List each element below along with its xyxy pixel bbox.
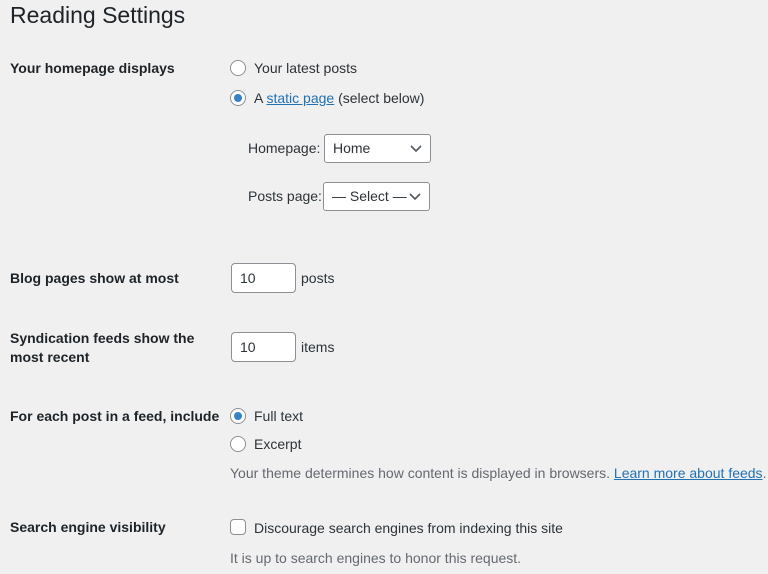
- homepage-select[interactable]: Home: [324, 134, 431, 163]
- feed-description-end: .: [762, 465, 767, 481]
- posts-page-select[interactable]: — Select —: [323, 182, 430, 211]
- search-visibility-description: It is up to search engines to honor this…: [230, 550, 522, 566]
- feed-description: Your theme determines how content is dis…: [230, 464, 766, 483]
- radio-full-text-label[interactable]: Full text: [254, 407, 303, 426]
- static-prefix: A: [254, 90, 267, 106]
- blog-pages-input[interactable]: 10: [231, 263, 296, 293]
- radio-latest-posts-label[interactable]: Your latest posts: [254, 59, 357, 78]
- radio-static-page-label[interactable]: A static page (select below): [254, 89, 424, 108]
- page-title: Reading Settings: [10, 2, 186, 28]
- homepage-select-value: Home: [333, 140, 371, 156]
- feed-description-text: Your theme determines how content is dis…: [230, 465, 614, 481]
- syndication-unit: items: [301, 339, 335, 355]
- radio-excerpt[interactable]: [230, 436, 246, 452]
- radio-excerpt-label[interactable]: Excerpt: [254, 435, 301, 454]
- static-page-link[interactable]: static page: [266, 90, 334, 106]
- radio-static-page[interactable]: [230, 90, 246, 106]
- syndication-label-line1: Syndication feeds show the: [10, 330, 195, 346]
- discourage-search-label[interactable]: Discourage search engines from indexing …: [254, 519, 563, 538]
- radio-latest-posts[interactable]: [230, 60, 246, 76]
- chevron-down-icon: [409, 193, 421, 201]
- homepage-displays-label: Your homepage displays: [10, 60, 175, 76]
- syndication-label-line2: most recent: [10, 349, 90, 365]
- static-suffix: (select below): [334, 90, 425, 106]
- blog-pages-label: Blog pages show at most: [10, 270, 179, 286]
- radio-full-text[interactable]: [230, 408, 246, 424]
- posts-page-select-label: Posts page:: [248, 188, 322, 204]
- chevron-down-icon: [410, 145, 422, 153]
- posts-page-select-value: — Select —: [332, 188, 407, 204]
- search-visibility-label: Search engine visibility: [10, 519, 166, 535]
- syndication-input[interactable]: 10: [231, 332, 296, 362]
- discourage-search-checkbox[interactable]: [230, 519, 246, 535]
- feed-content-label: For each post in a feed, include: [10, 408, 220, 424]
- learn-more-feeds-link[interactable]: Learn more about feeds: [614, 465, 763, 481]
- homepage-select-label: Homepage:: [248, 140, 321, 156]
- blog-pages-unit: posts: [301, 270, 335, 286]
